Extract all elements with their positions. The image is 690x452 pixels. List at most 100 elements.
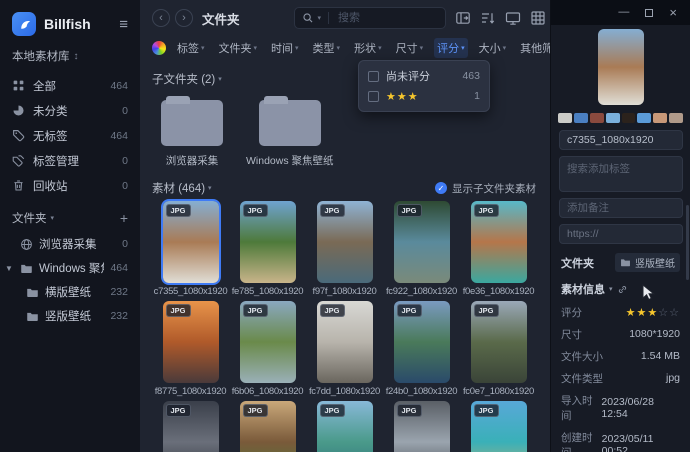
search-input[interactable] <box>336 11 437 25</box>
add-folder-button[interactable]: + <box>120 211 128 225</box>
note-input[interactable] <box>559 198 683 218</box>
sidebar-item-tag-manage[interactable]: 标签管理 0 <box>0 148 140 173</box>
sidebar-item-recycle-bin[interactable]: 回收站 0 <box>0 173 140 198</box>
color-swatch[interactable] <box>606 113 620 123</box>
library-selector[interactable]: 本地素材库 ↕ <box>0 46 140 73</box>
back-button[interactable]: ‹ <box>152 9 170 27</box>
sort-icon[interactable] <box>480 10 496 26</box>
color-swatch[interactable] <box>590 113 604 123</box>
window-controls: — × <box>551 0 690 25</box>
material-thumbnail[interactable]: JPG <box>394 201 450 283</box>
material-thumbnail[interactable]: JPG <box>317 401 373 452</box>
scrollbar[interactable] <box>686 205 689 280</box>
material-item[interactable]: JPG c7355_1080x1920 <box>152 201 229 297</box>
url-input[interactable] <box>559 224 683 244</box>
rating-option-unrated[interactable]: 尚未评分 463 <box>368 66 480 86</box>
color-swatch[interactable] <box>574 113 588 123</box>
material-thumbnail[interactable]: JPG <box>317 201 373 283</box>
filter-dropdown[interactable]: 类型▾ <box>310 38 344 58</box>
material-thumbnail[interactable]: JPG <box>394 301 450 383</box>
material-item[interactable]: JPG <box>152 401 229 452</box>
material-thumbnail[interactable]: JPG <box>163 301 219 383</box>
material-item[interactable]: JPG fe785_1080x1920 <box>229 201 306 297</box>
empty-stars-icon[interactable]: ☆☆ <box>658 307 680 319</box>
material-item[interactable]: JPG fc7dd_1080x1920 <box>306 301 383 397</box>
preview-image[interactable] <box>598 29 644 105</box>
close-button[interactable]: × <box>669 6 677 19</box>
preview-monitor-icon[interactable] <box>505 10 521 26</box>
folders-section-header[interactable]: 文件夹 ▾ + <box>0 198 140 232</box>
color-swatch[interactable] <box>558 113 572 123</box>
material-thumbnail[interactable]: JPG <box>471 201 527 283</box>
chevron-down-icon[interactable]: ▾ <box>318 14 322 22</box>
filter-dropdown[interactable]: 标签▾ <box>174 38 208 58</box>
subfolder-windows-spotlight[interactable]: Windows 聚焦壁纸 <box>246 95 334 168</box>
material-thumbnail[interactable]: JPG <box>163 401 219 452</box>
folder-item-count: 0 <box>122 238 128 250</box>
material-info-header[interactable]: 素材信息 ▾ <box>551 275 690 301</box>
material-thumbnail[interactable]: JPG <box>394 401 450 452</box>
filled-stars-icon[interactable]: ★★★ <box>626 307 659 319</box>
maximize-button[interactable] <box>645 9 653 17</box>
rating-option-three-stars[interactable]: ★★★ 1 <box>368 86 480 106</box>
color-swatch[interactable] <box>622 113 636 123</box>
filter-dropdown[interactable]: 文件夹▾ <box>216 38 261 58</box>
material-item[interactable]: JPG <box>306 401 383 452</box>
minimize-button[interactable]: — <box>618 7 629 18</box>
material-item[interactable]: JPG fc922_1080x1920 <box>383 201 460 297</box>
folder-chip[interactable]: 竖版壁纸 <box>615 253 680 272</box>
sidebar-item-uncategorized[interactable]: 未分类 0 <box>0 98 140 123</box>
material-thumbnail[interactable]: JPG <box>163 201 219 283</box>
material-thumbnail[interactable]: JPG <box>317 301 373 383</box>
link-icon[interactable] <box>617 284 628 295</box>
material-thumbnail[interactable]: JPG <box>240 301 296 383</box>
material-thumbnail[interactable]: JPG <box>471 401 527 452</box>
tree-expand-caret-icon[interactable]: ▼ <box>4 264 14 273</box>
checkbox-icon[interactable] <box>368 91 379 102</box>
search-box[interactable]: ▾ <box>294 7 446 29</box>
tag-search-input[interactable] <box>559 156 683 192</box>
detail-label: 文件大小 <box>561 349 603 364</box>
checkbox-icon[interactable] <box>368 71 379 82</box>
material-item[interactable]: JPG f6b06_1080x1920 <box>229 301 306 397</box>
material-item[interactable]: JPG <box>229 401 306 452</box>
detail-row: 文件类型 jpg <box>551 367 690 389</box>
sidebar-folder-landscape-wallpaper[interactable]: 横版壁纸 232 <box>0 280 140 304</box>
forward-button[interactable]: › <box>175 9 193 27</box>
subfolders-header[interactable]: 子文件夹 (2) ▾ <box>152 71 550 87</box>
sidebar-item-all[interactable]: 全部 464 <box>0 73 140 98</box>
material-thumbnail[interactable]: JPG <box>471 301 527 383</box>
folder-item-count: 232 <box>110 286 128 298</box>
material-item[interactable]: JPG f24b0_1080x1920 <box>383 301 460 397</box>
filter-dropdown[interactable]: 形状▾ <box>351 38 385 58</box>
grid-view-icon[interactable] <box>530 10 546 26</box>
collapse-panel-icon[interactable] <box>455 10 471 26</box>
sidebar-folder-windows-spotlight[interactable]: ▼ Windows 聚焦壁纸 464 <box>0 256 140 280</box>
material-item[interactable]: JPG f0e36_1080x1920 <box>460 201 537 297</box>
materials-label-wrap[interactable]: 素材 (464) ▾ <box>152 180 435 196</box>
show-subfolder-materials-toggle[interactable]: ✓ 显示子文件夹素材 <box>435 181 536 196</box>
filter-dropdown[interactable]: 时间▾ <box>268 38 302 58</box>
material-item[interactable]: JPG fc0e7_1080x1920 <box>460 301 537 397</box>
filter-dropdown[interactable]: 大小▾ <box>476 38 510 58</box>
color-swatch[interactable] <box>637 113 651 123</box>
hamburger-menu-icon[interactable]: ≡ <box>119 17 128 32</box>
material-thumbnail[interactable]: JPG <box>240 401 296 452</box>
material-item[interactable]: JPG <box>383 401 460 452</box>
subfolder-browser-capture[interactable]: 浏览器采集 <box>154 95 230 168</box>
color-swatch[interactable] <box>669 113 683 123</box>
color-wheel-icon[interactable] <box>152 41 166 55</box>
check-circle-icon[interactable]: ✓ <box>435 182 447 194</box>
sidebar-item-untagged[interactable]: 无标签 464 <box>0 123 140 148</box>
material-item[interactable]: JPG f8775_1080x1920 <box>152 301 229 397</box>
filename-field[interactable] <box>559 130 683 150</box>
material-item[interactable]: JPG f97f_1080x1920 <box>306 201 383 297</box>
sidebar-folder-browser-capture[interactable]: 浏览器采集 0 <box>0 232 140 256</box>
rating-stars[interactable]: ★★★☆☆ <box>626 306 680 319</box>
filter-dropdown[interactable]: 评分▾ <box>434 38 468 58</box>
material-thumbnail[interactable]: JPG <box>240 201 296 283</box>
filter-dropdown[interactable]: 尺寸▾ <box>393 38 427 58</box>
material-item[interactable]: JPG <box>460 401 537 452</box>
sidebar-folder-portrait-wallpaper[interactable]: 竖版壁纸 232 <box>0 304 140 328</box>
color-swatch[interactable] <box>653 113 667 123</box>
